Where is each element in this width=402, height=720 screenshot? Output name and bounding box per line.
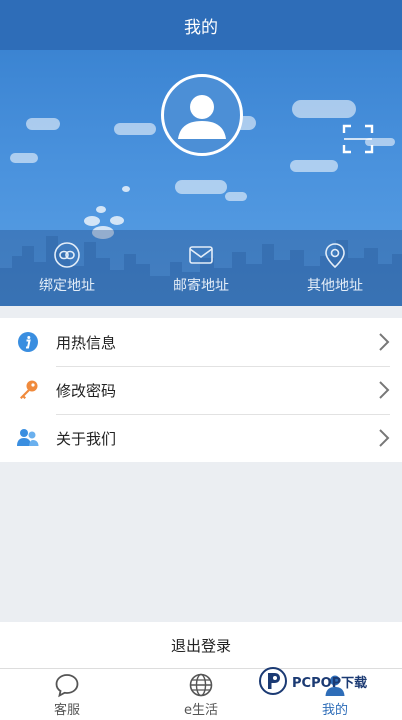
logout-label: 退出登录	[170, 636, 231, 655]
chat-bubble-icon	[55, 673, 79, 697]
other-address-label: 其他地址	[307, 278, 363, 294]
user-avatar[interactable]	[161, 74, 243, 156]
cloud-decoration	[114, 123, 156, 135]
location-pin-icon	[325, 243, 345, 269]
title-bar: 我的	[0, 0, 402, 50]
scan-icon[interactable]	[342, 123, 374, 155]
bind-address-label: 绑定地址	[39, 278, 95, 294]
mail-address-label: 邮寄地址	[173, 278, 229, 294]
key-icon	[20, 380, 38, 399]
menu-item-change-password[interactable]: 修改密码	[0, 366, 402, 414]
cloud-decoration	[292, 100, 356, 118]
settings-menu: 用热信息 修改密码 关于我们	[0, 318, 402, 462]
people-icon	[17, 429, 39, 446]
link-icon	[54, 242, 80, 268]
cloud-decoration	[225, 192, 247, 201]
menu-item-label: 修改密码	[56, 381, 117, 400]
tab-label: 客服	[53, 702, 80, 718]
cloud-decoration	[26, 118, 60, 130]
bind-address-button[interactable]: 绑定地址	[0, 230, 134, 306]
other-address-button[interactable]: 其他地址	[268, 230, 402, 306]
bubble-decoration	[122, 186, 130, 192]
cloud-decoration	[175, 180, 227, 194]
chevron-right-icon	[379, 333, 390, 351]
watermark-logo: PCPOP下载	[258, 664, 388, 698]
globe-icon	[189, 673, 213, 696]
mail-address-button[interactable]: 邮寄地址	[134, 230, 268, 306]
chevron-right-icon	[379, 429, 390, 447]
info-icon	[18, 332, 38, 352]
tab-label: e生活	[184, 702, 218, 718]
tab-customer-service[interactable]: 客服	[0, 669, 134, 720]
page-title: 我的	[184, 17, 218, 38]
watermark-text: PCPOP下载	[292, 675, 368, 691]
user-avatar-icon	[178, 95, 226, 139]
menu-item-about-us[interactable]: 关于我们	[0, 414, 402, 462]
profile-banner: 绑定地址 邮寄地址 其他地址	[0, 50, 402, 306]
pcpop-logo-icon	[259, 667, 287, 695]
cloud-decoration	[290, 160, 338, 172]
tab-label: 我的	[321, 702, 348, 718]
chevron-right-icon	[379, 381, 390, 399]
logout-button[interactable]: 退出登录	[0, 622, 402, 668]
mail-icon	[189, 246, 213, 264]
menu-item-label: 关于我们	[56, 429, 117, 448]
menu-item-heat-info[interactable]: 用热信息	[0, 318, 402, 366]
cloud-decoration	[10, 153, 38, 163]
menu-item-label: 用热信息	[56, 333, 117, 352]
tab-e-life[interactable]: e生活	[134, 669, 268, 720]
address-links: 绑定地址 邮寄地址 其他地址	[0, 230, 402, 306]
